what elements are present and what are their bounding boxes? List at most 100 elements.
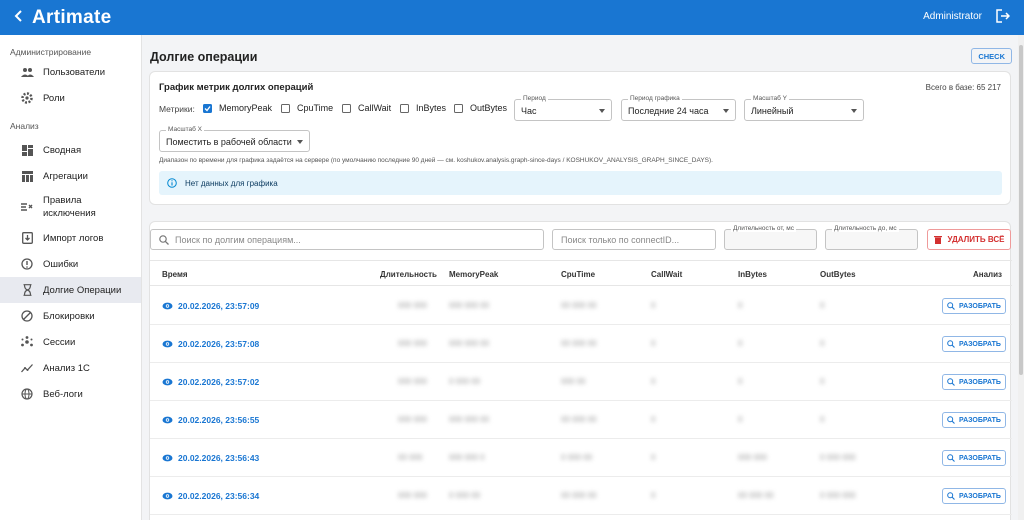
sidebar-item-locks[interactable]: Блокировки [0, 303, 141, 329]
page-title: Долгие операции [150, 50, 258, 64]
row-time-link[interactable]: 20.02.2026, 23:57:02 [162, 377, 259, 387]
chart-card: График метрик долгих операций Всего в ба… [149, 71, 1011, 205]
row-time-link[interactable]: 20.02.2026, 23:56:43 [162, 453, 259, 463]
sidebar-item-label: Пользователи [43, 66, 106, 78]
analyze-button[interactable]: РАЗОБРАТЬ [942, 374, 1006, 390]
checkbox-checked-icon [203, 103, 212, 113]
search-icon [947, 302, 955, 310]
delete-all-button[interactable]: УДАЛИТЬ ВСЁ [927, 229, 1011, 250]
graph-period-select[interactable]: Период графика Последние 24 часа [621, 95, 736, 121]
app-bar: Artimate Administrator [0, 0, 1024, 35]
col-time[interactable]: Время [162, 270, 188, 279]
sidebar-item-aggregations[interactable]: Агрегации [0, 163, 141, 189]
row-outbytes: 0 [820, 301, 825, 310]
analyze-button[interactable]: РАЗОБРАТЬ [942, 336, 1006, 352]
row-cputime: 00 000 00 [561, 491, 597, 500]
scale-x-select[interactable]: Масштаб X Поместить в рабочей области [159, 126, 310, 152]
analyze-button[interactable]: РАЗОБРАТЬ [942, 488, 1006, 504]
table-row: 20.02.2026, 23:57:08 000 000 000 000 00 00 … [150, 325, 1012, 363]
row-callwait: 0 [651, 339, 656, 348]
search-icon [947, 492, 955, 500]
metric-checkbox-outbytes[interactable]: OutBytes [454, 103, 507, 113]
duration-to-input[interactable]: Длительность до, мс [825, 225, 918, 250]
table-row: 20.02.2026, 23:56:43 00 000 000 000 0 0 000… [150, 439, 1012, 477]
row-inbytes: 0 [738, 339, 743, 348]
sidebar-section-admin: Администрирование [10, 47, 92, 57]
sidebar-item-label: Веб-логи [43, 388, 83, 400]
sidebar-item-label: Роли [43, 92, 65, 104]
back-chevron-icon[interactable] [6, 9, 32, 27]
col-outbytes[interactable]: OutBytes [820, 270, 856, 279]
no-data-text: Нет данных для графика [185, 178, 278, 188]
sidebar-item-users[interactable]: Пользователи [0, 59, 141, 85]
scale-y-value: Линейный [751, 106, 794, 116]
col-cputime[interactable]: CpuTime [561, 270, 595, 279]
row-memorypeak: 0 000 00 [449, 377, 481, 386]
scrollbar-thumb[interactable] [1019, 45, 1023, 375]
period-select[interactable]: Период Час [514, 95, 612, 121]
sidebar-item-sessions[interactable]: Сессии [0, 329, 141, 355]
table-card: Поиск по долгим операциям... Поиск тольк… [149, 221, 1012, 520]
dropdown-arrow-icon [297, 140, 303, 144]
table-row: 20.02.2026, 23:56:34 000 000 0 000 00 00 00… [150, 477, 1012, 515]
analyze-button[interactable]: РАЗОБРАТЬ [942, 412, 1006, 428]
rule-icon [20, 200, 34, 214]
sidebar-item-errors[interactable]: Ошибки [0, 251, 141, 277]
block-icon [20, 309, 34, 323]
users-icon [20, 65, 34, 79]
check-button[interactable]: CHECK [971, 48, 1012, 64]
globe-icon [20, 387, 34, 401]
col-callwait[interactable]: CallWait [651, 270, 682, 279]
row-duration: 000 000 [398, 377, 427, 386]
sidebar-item-web-logs[interactable]: Веб-логи [0, 381, 141, 407]
col-duration[interactable]: Длительность [380, 270, 437, 279]
sidebar-item-summary[interactable]: Сводная [0, 137, 141, 163]
analyze-label: РАЗОБРАТЬ [959, 302, 1001, 310]
metric-label: InBytes [416, 103, 447, 113]
sidebar-item-import-logs[interactable]: Импорт логов [0, 225, 141, 251]
search-icon [159, 234, 169, 245]
sidebar-item-roles[interactable]: Роли [0, 85, 141, 111]
search-input[interactable]: Поиск по долгим операциям... [150, 229, 544, 250]
checkbox-empty-icon [281, 103, 290, 113]
sidebar-item-exclusion-rules[interactable]: Правила исключения [0, 189, 141, 225]
row-time-link[interactable]: 20.02.2026, 23:57:08 [162, 339, 259, 349]
analyze-button[interactable]: РАЗОБРАТЬ [942, 450, 1006, 466]
row-outbytes: 0 [820, 377, 825, 386]
sidebar-item-label: Сессии [43, 336, 76, 348]
col-memorypeak[interactable]: MemoryPeak [449, 270, 498, 279]
row-time: 20.02.2026, 23:57:02 [178, 377, 260, 387]
row-outbytes: 0 [820, 415, 825, 424]
eye-icon [162, 302, 173, 310]
period-value: Час [521, 106, 537, 116]
sidebar-item-analysis-1c[interactable]: Анализ 1С [0, 355, 141, 381]
analyze-label: РАЗОБРАТЬ [959, 454, 1001, 462]
row-time-link[interactable]: 20.02.2026, 23:57:09 [162, 301, 259, 311]
analyze-button[interactable]: РАЗОБРАТЬ [942, 298, 1006, 314]
row-time-link[interactable]: 20.02.2026, 23:56:55 [162, 415, 259, 425]
row-time: 20.02.2026, 23:56:34 [178, 491, 260, 501]
duration-from-input[interactable]: Длительность от, мс [724, 225, 817, 250]
delete-all-label: УДАЛИТЬ ВСЁ [947, 235, 1005, 244]
row-inbytes: 0 [738, 377, 743, 386]
sidebar-item-long-operations[interactable]: Долгие Операции [0, 277, 141, 303]
eye-icon [162, 492, 173, 500]
connectid-search-input[interactable]: Поиск только по connectID... [552, 229, 716, 250]
metric-checkbox-cputime[interactable]: CpuTime [281, 103, 333, 113]
sidebar-item-label: Ошибки [43, 258, 79, 270]
table-row: 20.02.2026, 23:57:02 000 000 0 000 00 000 0… [150, 363, 1012, 401]
col-inbytes[interactable]: InBytes [738, 270, 767, 279]
chart-card-title: График метрик долгих операций [159, 82, 314, 93]
scale-y-select[interactable]: Масштаб Y Линейный [744, 95, 864, 121]
logout-icon[interactable] [996, 9, 1011, 23]
analyze-label: РАЗОБРАТЬ [959, 378, 1001, 386]
row-cputime: 00 000 00 [561, 339, 597, 348]
row-time: 20.02.2026, 23:56:55 [178, 415, 260, 425]
user-name: Administrator [923, 11, 982, 22]
metric-checkbox-callwait[interactable]: CallWait [342, 103, 391, 113]
page-scrollbar[interactable] [1018, 35, 1024, 520]
sessions-icon [20, 335, 34, 349]
row-time-link[interactable]: 20.02.2026, 23:56:34 [162, 491, 259, 501]
metric-checkbox-inbytes[interactable]: InBytes [400, 103, 446, 113]
metric-checkbox-memorypeak[interactable]: MemoryPeak [203, 103, 272, 113]
